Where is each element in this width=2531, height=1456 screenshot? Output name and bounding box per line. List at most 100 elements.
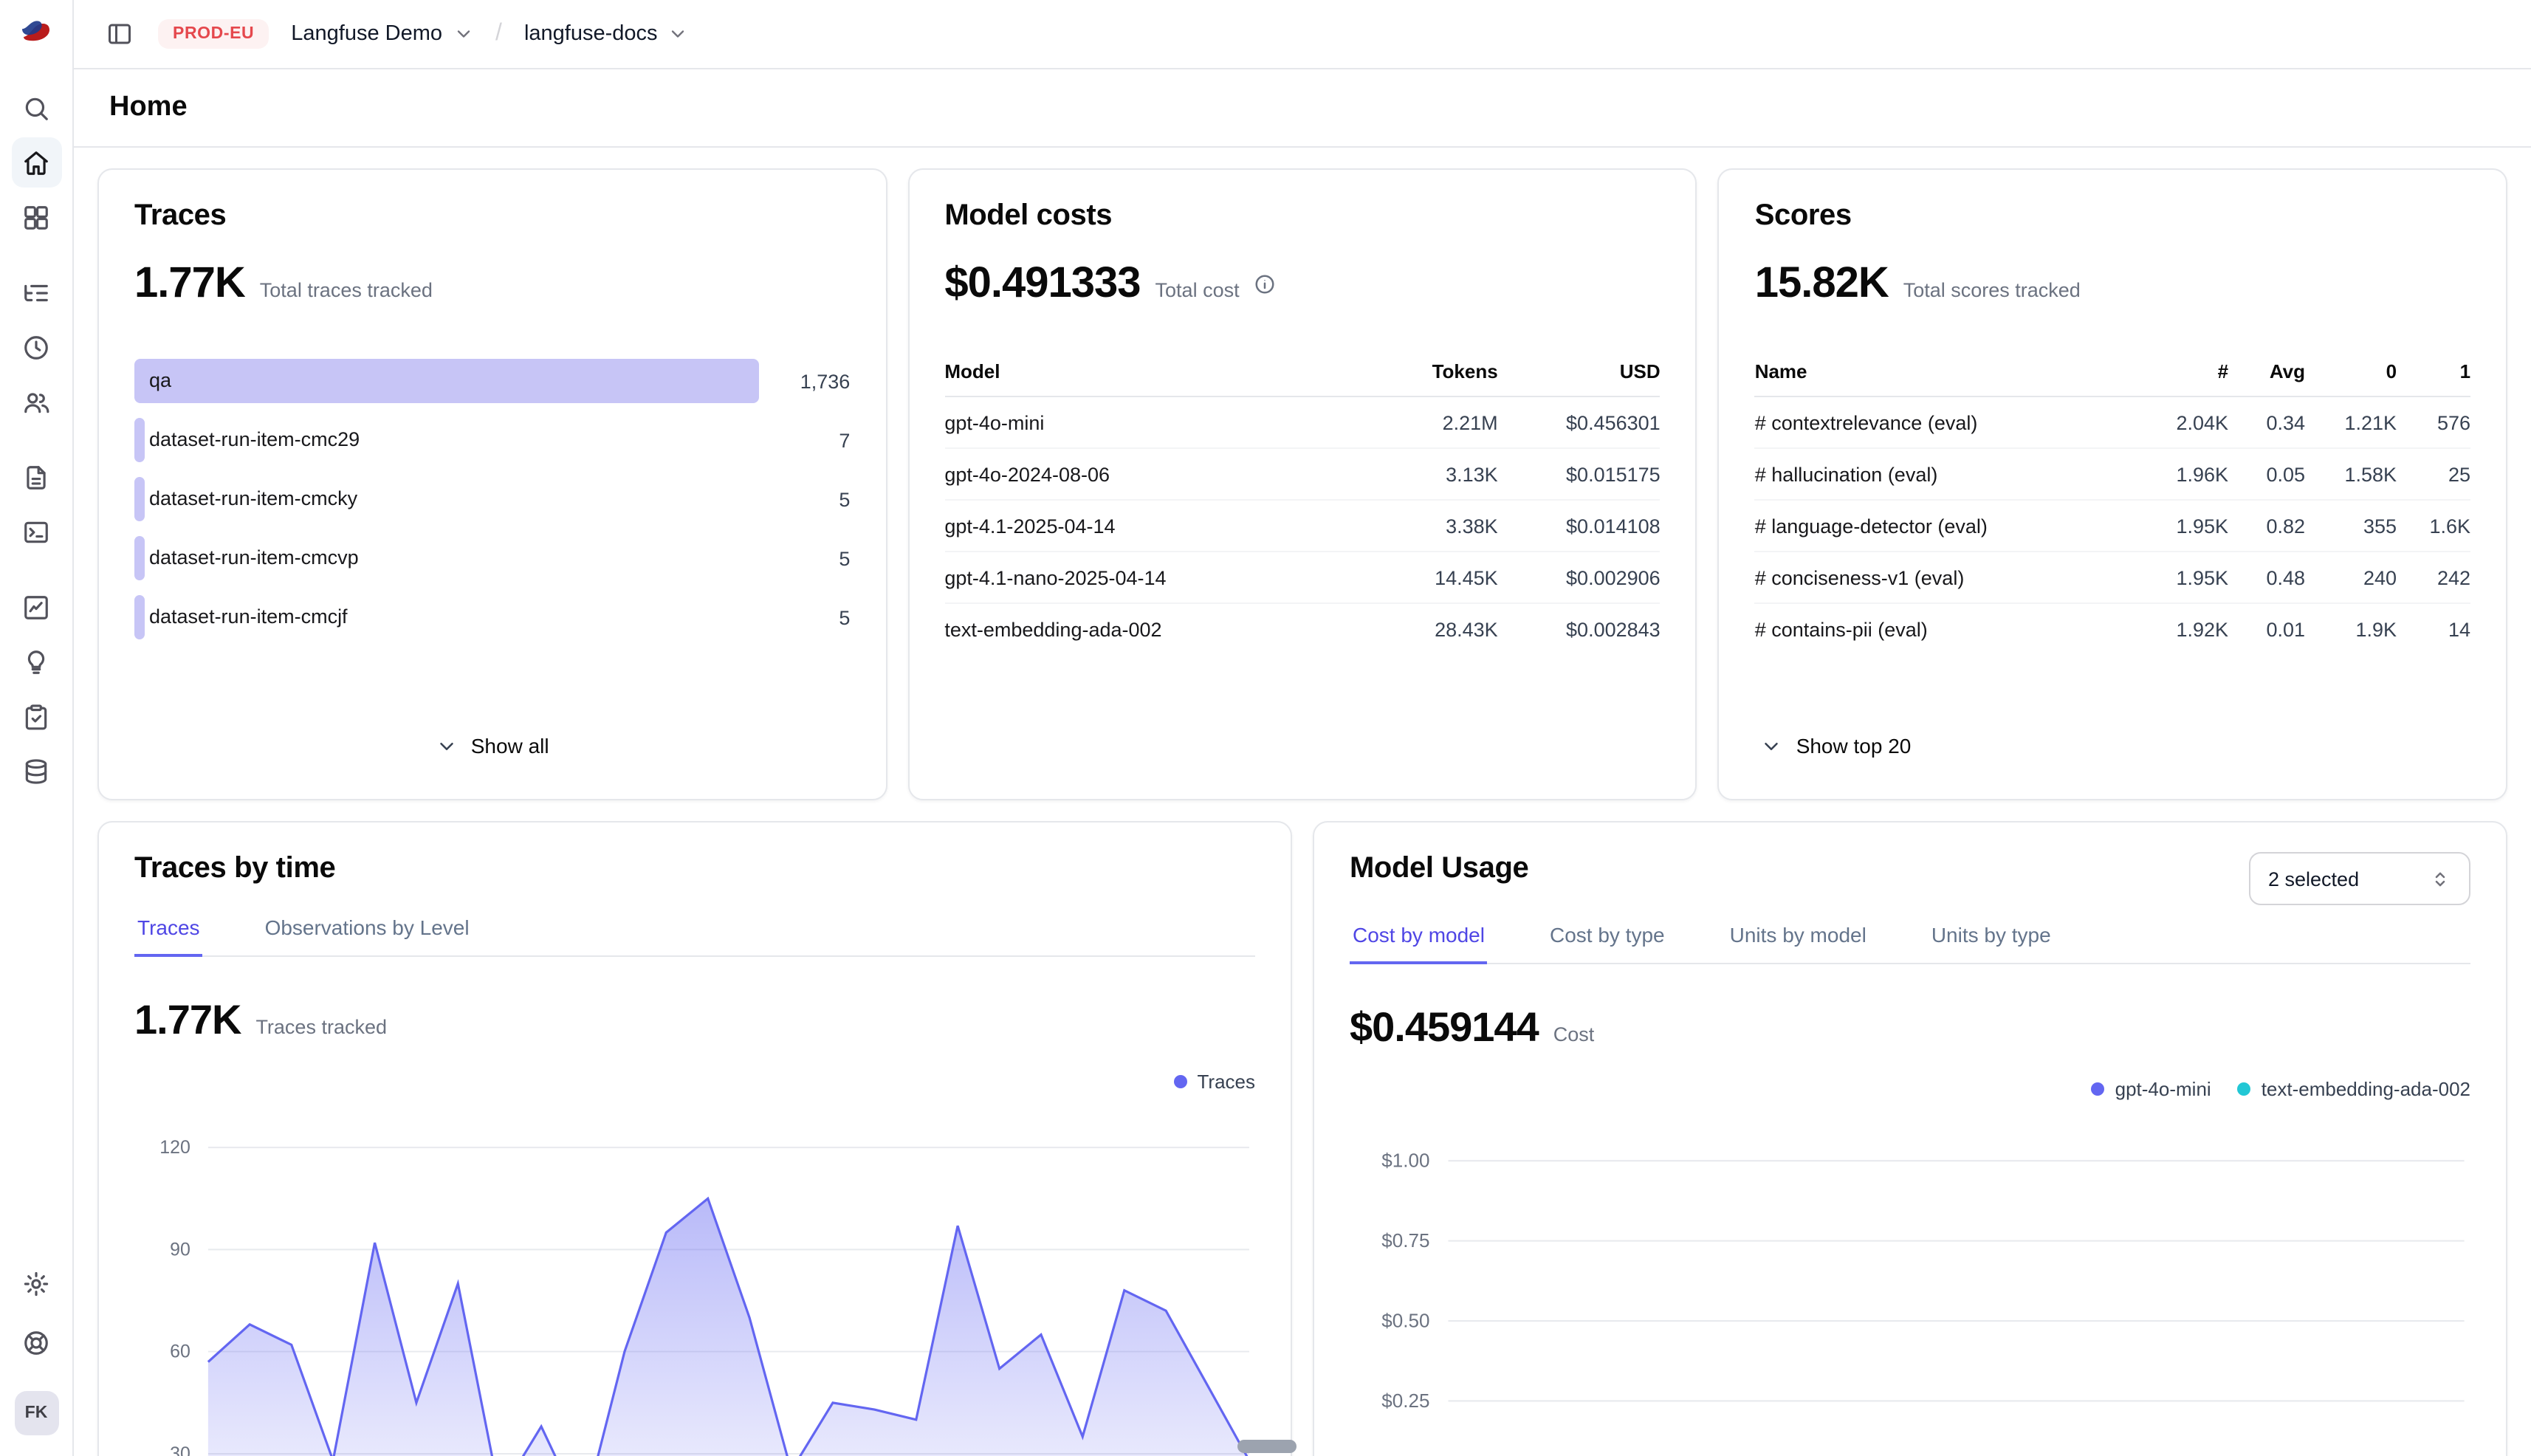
svg-text:60: 60 bbox=[170, 1342, 190, 1362]
model-cost-row: gpt-4o-mini2.21M$0.456301 bbox=[944, 396, 1660, 448]
sidebar-item-sessions[interactable] bbox=[11, 322, 61, 372]
traces-by-time-tab-traces[interactable]: Traces bbox=[134, 913, 203, 957]
model-cost-row: gpt-4.1-2025-04-143.38K$0.014108 bbox=[944, 500, 1660, 552]
trace-bar-row[interactable]: dataset-run-item-cmcvp5 bbox=[134, 536, 850, 580]
legend-label: gpt-4o-mini bbox=[2115, 1077, 2211, 1099]
score-one: 25 bbox=[2397, 448, 2470, 500]
model-name: gpt-4.1-nano-2025-04-14 bbox=[944, 552, 1364, 603]
top-cards-row: Traces 1.77K Total traces tracked qa1,73… bbox=[97, 168, 2507, 800]
dashboards-icon bbox=[22, 203, 50, 231]
bar-track: dataset-run-item-cmc29 bbox=[134, 418, 758, 462]
score-zero: 1.58K bbox=[2305, 448, 2397, 500]
project-switcher[interactable]: langfuse-docs bbox=[521, 16, 692, 52]
svg-text:90: 90 bbox=[170, 1239, 190, 1260]
sidebar-item-users[interactable] bbox=[11, 377, 61, 427]
traces-by-time-metric: 1.77K Traces tracked bbox=[134, 997, 1255, 1044]
trace-bar-row[interactable]: dataset-run-item-cmc297 bbox=[134, 418, 850, 462]
score-name: # language-detector (eval) bbox=[1755, 500, 2137, 552]
org-switcher[interactable]: Langfuse Demo bbox=[288, 16, 476, 52]
score-row: # contains-pii (eval)1.92K0.011.9K14 bbox=[1755, 603, 2470, 654]
app-window: FK PROD-EU Langfuse Demo / langfuse-docs… bbox=[0, 0, 2531, 1456]
model-selector-value: 2 selected bbox=[2268, 868, 2359, 890]
model-usd: $0.002843 bbox=[1498, 603, 1661, 654]
info-icon[interactable] bbox=[1254, 273, 1277, 295]
sidebar-item-datasets[interactable] bbox=[11, 746, 61, 796]
model-usage-tab-units-by-model[interactable]: Units by model bbox=[1727, 920, 1869, 964]
model-usage-legend: gpt-4o-mini text-embedding-ada-002 bbox=[1350, 1076, 2470, 1100]
total-cost-label: Total cost bbox=[1155, 279, 1240, 301]
traces-by-time-tab-observations-by-level[interactable]: Observations by Level bbox=[262, 913, 473, 957]
bar-track: dataset-run-item-cmcjf bbox=[134, 595, 758, 639]
page-header: Home bbox=[74, 69, 2531, 148]
traces-legend-item: Traces bbox=[1174, 1070, 1256, 1092]
bar-label: dataset-run-item-cmcvp bbox=[149, 536, 359, 580]
column-header: Name bbox=[1755, 347, 2137, 396]
model-usage-metric: $0.459144 Cost bbox=[1350, 1004, 2470, 1051]
model-tokens: 3.38K bbox=[1365, 500, 1498, 552]
sidebar-item-settings[interactable] bbox=[11, 1258, 61, 1308]
model-cost-row: text-embedding-ada-00228.43K$0.002843 bbox=[944, 603, 1660, 654]
model-name: gpt-4o-mini bbox=[944, 396, 1364, 448]
sidebar-item-dashboards[interactable] bbox=[11, 192, 61, 242]
model-usage-tab-cost-by-type[interactable]: Cost by type bbox=[1547, 920, 1668, 964]
trace-bar-row[interactable]: dataset-run-item-cmcjf5 bbox=[134, 595, 850, 639]
model-usage-tab-units-by-type[interactable]: Units by type bbox=[1929, 920, 2054, 964]
model-usage-tab-cost-by-model[interactable]: Cost by model bbox=[1350, 920, 1488, 964]
model-usage-legend-item: text-embedding-ada-002 bbox=[2238, 1077, 2470, 1099]
traces-by-time-chart: 120906030 bbox=[134, 1113, 1255, 1456]
bar-track: qa bbox=[134, 359, 758, 403]
sidebar-item-search[interactable] bbox=[11, 83, 61, 133]
model-selector[interactable]: 2 selected bbox=[2249, 852, 2470, 905]
svg-text:$0.75: $0.75 bbox=[1381, 1229, 1429, 1251]
model-usd: $0.014108 bbox=[1498, 500, 1661, 552]
users-icon bbox=[22, 388, 50, 416]
column-header: # bbox=[2137, 347, 2228, 396]
column-header: Tokens bbox=[1365, 347, 1498, 396]
score-name: # conciseness-v1 (eval) bbox=[1755, 552, 2137, 603]
sidebar-item-insights[interactable] bbox=[11, 636, 61, 687]
legend-label: Traces bbox=[1198, 1070, 1256, 1092]
score-count: 1.92K bbox=[2137, 603, 2228, 654]
traces-by-time-card: Traces by time Traces Observations by Lev… bbox=[97, 821, 1292, 1456]
sidebar-item-home[interactable] bbox=[11, 137, 61, 188]
show-top-20-button[interactable]: Show top 20 bbox=[1755, 722, 1926, 769]
trace-bar-row[interactable]: qa1,736 bbox=[134, 359, 850, 403]
avatar[interactable]: FK bbox=[14, 1391, 58, 1435]
score-avg: 0.48 bbox=[2228, 552, 2305, 603]
sidebar-item-support[interactable] bbox=[11, 1317, 61, 1367]
score-one: 1.6K bbox=[2397, 500, 2470, 552]
breadcrumb-separator: / bbox=[495, 21, 502, 47]
svg-text:$1.00: $1.00 bbox=[1381, 1150, 1429, 1172]
model-tokens: 2.21M bbox=[1365, 396, 1498, 448]
model-name: text-embedding-ada-002 bbox=[944, 603, 1364, 654]
model-usage-legend-item: gpt-4o-mini bbox=[2092, 1077, 2211, 1099]
sidebar-item-playground[interactable] bbox=[11, 506, 61, 557]
project-name: langfuse-docs bbox=[524, 22, 658, 46]
legend-dot bbox=[2092, 1082, 2105, 1095]
sidebar-item-tracing[interactable] bbox=[11, 267, 61, 317]
show-all-button[interactable]: Show all bbox=[421, 722, 564, 769]
card-title: Traces by time bbox=[134, 852, 1255, 886]
traces-tracked-value: 1.77K bbox=[134, 997, 241, 1044]
horizontal-scrollbar-thumb[interactable] bbox=[1237, 1440, 1297, 1453]
card-title: Model Usage bbox=[1350, 852, 1528, 886]
playground-icon bbox=[22, 518, 50, 546]
score-count: 1.95K bbox=[2137, 552, 2228, 603]
score-row: # contextrelevance (eval)2.04K0.341.21K5… bbox=[1755, 396, 2470, 448]
bar-track: dataset-run-item-cmcky bbox=[134, 477, 758, 521]
bottom-cards-row: Traces by time Traces Observations by Lev… bbox=[97, 821, 2507, 1456]
trace-bar-row[interactable]: dataset-run-item-cmcky5 bbox=[134, 477, 850, 521]
traces-by-time-legend: Traces bbox=[134, 1069, 1255, 1093]
sidebar-item-scores[interactable] bbox=[11, 582, 61, 632]
bar-fill bbox=[134, 418, 145, 462]
chevrons-up-down-icon bbox=[2429, 868, 2451, 890]
sidebar-item-prompts[interactable] bbox=[11, 452, 61, 502]
bar-fill bbox=[134, 359, 758, 403]
svg-text:30: 30 bbox=[170, 1443, 190, 1456]
sidebar-toggle-button[interactable] bbox=[100, 15, 139, 53]
bar-fill bbox=[134, 477, 145, 521]
sidebar-item-evaluation[interactable] bbox=[11, 691, 61, 741]
model-cost-row: gpt-4.1-nano-2025-04-1414.45K$0.002906 bbox=[944, 552, 1660, 603]
bar-fill bbox=[134, 595, 145, 639]
scores-icon bbox=[22, 593, 50, 621]
